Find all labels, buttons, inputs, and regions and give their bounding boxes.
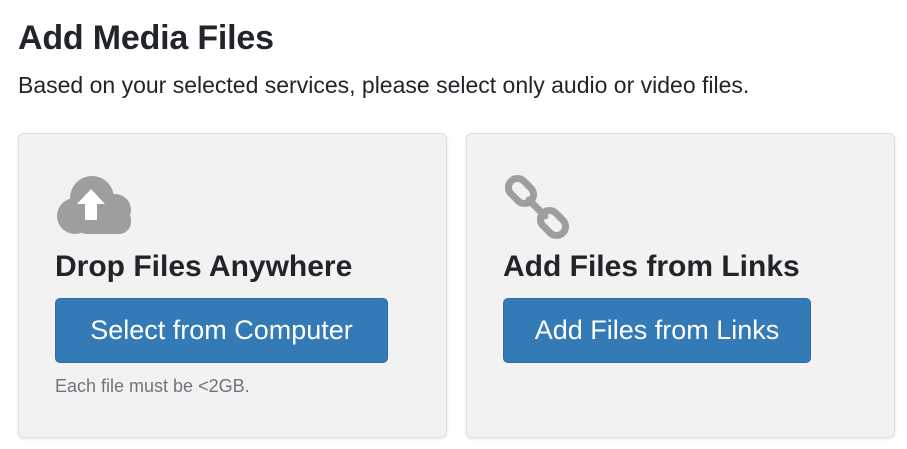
page-title: Add Media Files: [18, 19, 274, 57]
page-subtitle: Based on your selected services, please …: [18, 72, 750, 98]
links-card[interactable]: Add Files from Links Add Files from Link…: [466, 133, 895, 438]
upload-card-heading: Drop Files Anywhere: [55, 250, 353, 283]
upload-card[interactable]: Drop Files Anywhere Select from Computer…: [18, 133, 447, 438]
cloud-upload-icon: [55, 174, 135, 241]
links-card-heading: Add Files from Links: [503, 250, 800, 283]
file-size-note: Each file must be <2GB.: [55, 376, 250, 396]
select-from-computer-button[interactable]: Select from Computer: [55, 298, 388, 363]
add-media-page: Add Media Files Based on your selected s…: [0, 0, 907, 449]
link-icon: [503, 174, 571, 245]
add-files-from-links-button[interactable]: Add Files from Links: [503, 298, 811, 363]
